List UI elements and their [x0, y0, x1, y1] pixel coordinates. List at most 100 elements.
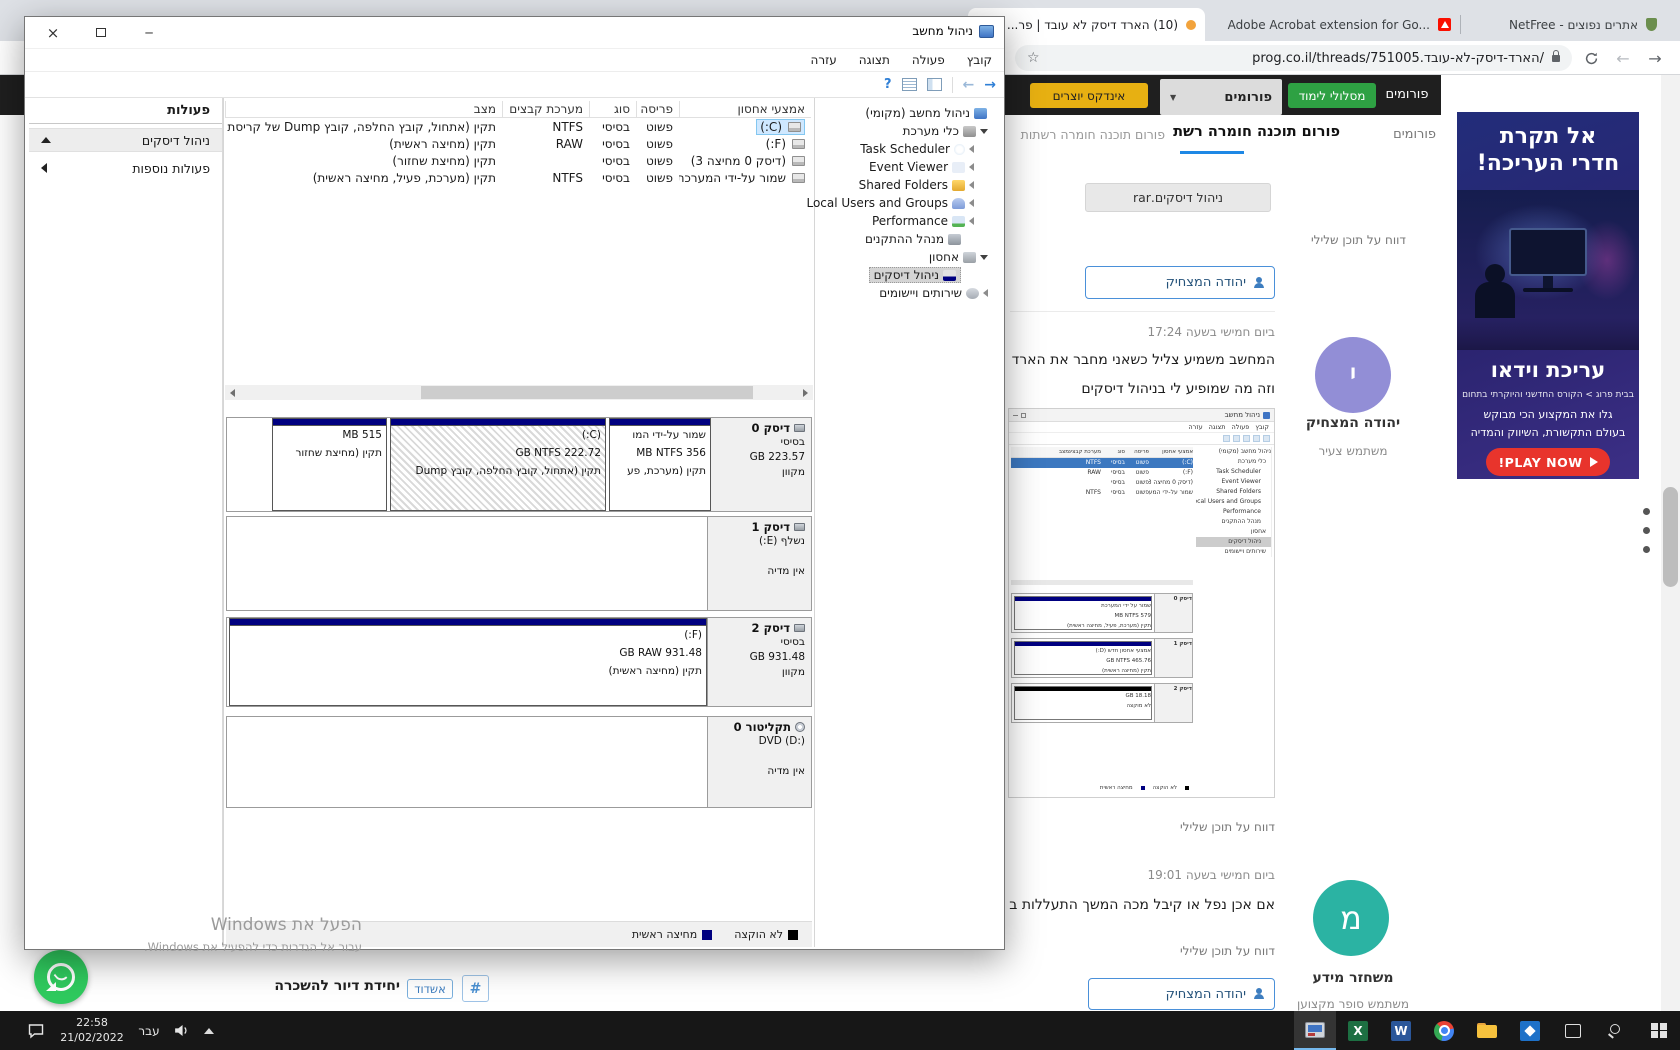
partition-recovery[interactable]: MB 515 תקין (מחיצת שחזור: [272, 418, 387, 511]
volume-row-disk0-part3[interactable]: (דיסק 0 מחיצה 3) פשוט בסיסי תקין (מחיצת …: [225, 152, 811, 169]
tree-item-performance[interactable]: Performance: [819, 212, 1002, 230]
browser-back-button[interactable]: →: [1642, 45, 1668, 71]
creators-index-button[interactable]: אינדקס יוצרים: [1030, 83, 1148, 108]
volume-button[interactable]: [166, 1011, 196, 1050]
tree-item-system-tools[interactable]: כלי מערכת: [819, 122, 1002, 140]
address-bar[interactable]: prog.co.il/threads/751005.הארד-דיסק-לא-ע…: [1015, 45, 1572, 71]
taskbar-app-chrome[interactable]: [1423, 1011, 1465, 1050]
browser-reload-button[interactable]: [1578, 45, 1604, 71]
report-link-3[interactable]: דווח על תוכן שלילי: [1155, 944, 1275, 958]
chevron-expanded-icon[interactable]: [980, 254, 988, 260]
breadcrumb-category-secondary[interactable]: פורום תוכנה חומרה רשתות: [1015, 127, 1165, 142]
taskbar-task-view-button[interactable]: [1552, 1011, 1594, 1050]
listing-title[interactable]: יחידת דיור להשכרה: [252, 978, 400, 994]
author-1-name[interactable]: יהודה המצחיק: [1285, 415, 1421, 431]
listing-hash-icon[interactable]: #: [462, 975, 489, 1002]
disk-1-label[interactable]: דיסק 1 נשלף (E:) אין מדיה: [707, 517, 811, 610]
scroll-right-arrow[interactable]: [798, 385, 813, 400]
taskbar-clock[interactable]: 22:58 21/02/2022: [56, 1016, 128, 1046]
help-button[interactable]: ?: [884, 77, 892, 92]
window-maximize-button[interactable]: [81, 17, 121, 48]
breadcrumb-forums[interactable]: פורומים: [1380, 127, 1436, 142]
list-hscrollbar[interactable]: [225, 385, 813, 400]
chevron-expanded-icon[interactable]: [980, 128, 988, 134]
forums-tab[interactable]: פורומים ▼: [1160, 79, 1282, 115]
site-nav-forums-link[interactable]: פורומים: [1378, 87, 1436, 102]
chevron-collapsed-icon[interactable]: [983, 289, 988, 297]
taskbar-search-button[interactable]: [1595, 1011, 1637, 1050]
partition-f-raw[interactable]: (F:) GB RAW 931.48 תקין (מחיצה ראשית): [229, 618, 707, 706]
taskbar-app-computer-management[interactable]: [1294, 1011, 1336, 1050]
browser-tab-netfree[interactable]: NetFree - אתרים נפוצים: [1462, 8, 1666, 41]
tree-item-storage[interactable]: אחסון: [819, 248, 1002, 266]
actions-item-more-actions[interactable]: פעולות נוספות: [29, 156, 222, 180]
tree-item-disk-management[interactable]: ניהול דיסקים: [819, 266, 1002, 284]
bookmark-star-icon[interactable]: ☆: [1027, 50, 1040, 66]
volume-row-c[interactable]: (C:) פשוט בסיסי NTFS תקין (אתחול, קובץ ה…: [225, 118, 811, 135]
breadcrumb-category[interactable]: פורום תוכנה חומרה רשתות: [1172, 124, 1340, 140]
taskbar-app-excel[interactable]: X: [1337, 1011, 1379, 1050]
volume-row-system-reserved[interactable]: שמור על-ידי המערכת פשוט בסיסי NTFS תקין …: [225, 169, 811, 186]
window-minimize-button[interactable]: ─: [129, 17, 169, 48]
partition-system-reserved[interactable]: שמור על-ידי המו MB NTFS 356 תקין (מערכת,…: [609, 418, 711, 511]
avatar-author-1[interactable]: י: [1315, 337, 1391, 413]
disk-0-label[interactable]: דיסק 0 בסיסי GB 223.57 מקוון: [707, 418, 811, 511]
hscroll-thumb[interactable]: [421, 386, 753, 399]
chevron-collapsed-icon[interactable]: [969, 145, 974, 153]
menu-help[interactable]: עזרה: [809, 53, 839, 67]
attachment-chip[interactable]: ניהול דיסקים.rar: [1085, 183, 1271, 212]
language-indicator[interactable]: עבר: [132, 1011, 166, 1050]
ad-banner[interactable]: אל תקרת חדרי העריכה! עריכת וידאו בבית פר…: [1457, 112, 1639, 479]
tree-item-local-users-groups[interactable]: Local Users and Groups: [806, 194, 1002, 212]
browser-forward-button[interactable]: ←: [1610, 45, 1636, 71]
page-scrollbar-thumb[interactable]: [1663, 487, 1678, 587]
quote-box-1[interactable]: יהודה המצחיק: [1085, 266, 1275, 299]
whatsapp-button[interactable]: [34, 950, 88, 1004]
cm-title-bar[interactable]: × ─ ניהול מחשב: [25, 17, 1004, 49]
browser-tab-adobe[interactable]: Adobe Acrobat extension for Go...: [1205, 8, 1460, 41]
cdrom-0-label[interactable]: תקליטור 0 DVD (D:) אין מדיה: [707, 717, 811, 807]
expand-left-arrow-icon[interactable]: [41, 163, 47, 173]
report-link-1[interactable]: דווח על תוכן שלילי: [1286, 233, 1406, 247]
floating-menu-dots[interactable]: [1643, 508, 1651, 558]
disk-2-label[interactable]: דיסק 2 בסיסי GB 931.48 מקוון: [707, 618, 811, 706]
column-header-filesystem[interactable]: מערכת קבצים: [502, 101, 589, 117]
chevron-collapsed-icon[interactable]: [969, 199, 974, 207]
courses-button[interactable]: מסלולי לימוד: [1288, 83, 1376, 108]
collapse-arrow-icon[interactable]: [41, 137, 51, 143]
menu-view[interactable]: תצוגה: [857, 53, 892, 67]
ad-cta-button[interactable]: PLAY NOW!: [1486, 448, 1610, 476]
column-header-layout[interactable]: פריסה: [636, 101, 679, 117]
actions-item-disk-management[interactable]: ניהול דיסקים: [29, 128, 222, 152]
console-tree-toggle-button[interactable]: [926, 78, 942, 91]
tray-overflow-button[interactable]: [196, 1011, 222, 1050]
taskbar-app-photos[interactable]: [1509, 1011, 1551, 1050]
scroll-left-arrow[interactable]: [225, 385, 240, 400]
taskbar-app-file-explorer[interactable]: [1466, 1011, 1508, 1050]
column-header-volume[interactable]: אמצעי אחסון: [679, 101, 811, 117]
chevron-collapsed-icon[interactable]: [969, 181, 974, 189]
tree-item-event-viewer[interactable]: Event Viewer: [819, 158, 1002, 176]
report-link-2[interactable]: דווח על תוכן שלילי: [1155, 820, 1275, 834]
nav-back-button[interactable]: →: [984, 77, 996, 93]
volume-row-f[interactable]: (F:) פשוט בסיסי RAW תקין (מחיצה ראשית): [225, 135, 811, 152]
partition-c-selected[interactable]: (C:) GB NTFS 222.72 תקין (אתחול, קובץ הח…: [390, 418, 606, 511]
chevron-collapsed-icon[interactable]: [969, 217, 974, 225]
nav-forward-button[interactable]: ←: [963, 77, 975, 93]
taskbar-app-word[interactable]: W: [1380, 1011, 1422, 1050]
action-center-button[interactable]: [18, 1011, 54, 1050]
menu-file[interactable]: קובץ: [965, 53, 994, 67]
avatar-author-2[interactable]: מ: [1313, 880, 1389, 956]
start-button[interactable]: [1638, 1011, 1680, 1050]
export-list-button[interactable]: [901, 78, 917, 91]
tree-item-task-scheduler[interactable]: Task Scheduler: [819, 140, 1002, 158]
menu-action[interactable]: פעולה: [910, 53, 947, 67]
tree-item-services-applications[interactable]: שירותים ויישומים: [819, 284, 1002, 302]
column-header-status[interactable]: מצב: [225, 101, 502, 117]
author-2-name[interactable]: משחזר מידע: [1285, 970, 1421, 986]
column-header-type[interactable]: סוג: [589, 101, 636, 117]
window-close-button[interactable]: ×: [33, 17, 73, 48]
tree-item-device-manager[interactable]: מנהל ההתקנים: [819, 230, 1002, 248]
listing-city-tag[interactable]: אשדוד: [407, 979, 453, 999]
post-attachment-image[interactable]: ניהול מחשב קובץ פעולה תצוגה עזרה ניהול מ…: [1008, 408, 1275, 798]
